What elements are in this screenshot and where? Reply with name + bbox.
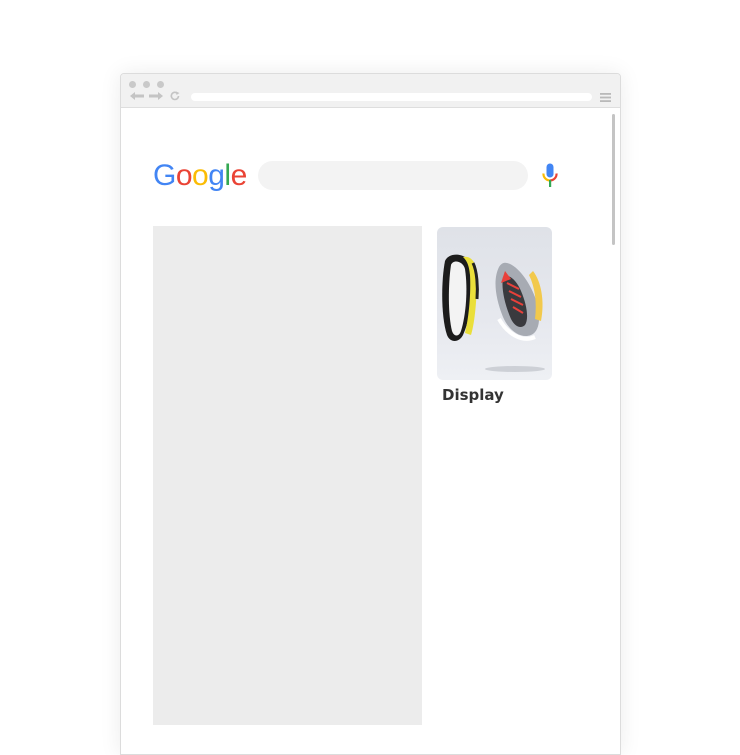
browser-toolbar: [121, 74, 620, 108]
browser-window: Google Display: [120, 73, 621, 755]
ad-card[interactable]: [437, 227, 552, 380]
logo-letter: o: [175, 159, 193, 192]
hamburger-menu-icon[interactable]: [600, 93, 611, 102]
back-arrow-icon[interactable]: [129, 91, 145, 101]
google-logo[interactable]: Google: [153, 158, 247, 194]
window-dot-3[interactable]: [157, 81, 164, 88]
sneaker-product-image: [442, 254, 545, 372]
address-bar[interactable]: [191, 93, 592, 101]
window-dot-2[interactable]: [143, 81, 150, 88]
ad-label[interactable]: Display: [442, 385, 504, 405]
microphone-icon[interactable]: [541, 163, 559, 189]
logo-letter: G: [153, 159, 176, 192]
search-input[interactable]: [258, 161, 528, 190]
logo-letter: e: [230, 159, 248, 192]
forward-arrow-icon[interactable]: [148, 91, 164, 101]
reload-icon[interactable]: [169, 91, 181, 101]
logo-letter: o: [192, 159, 209, 192]
scrollbar[interactable]: [612, 114, 615, 245]
logo-letter: g: [208, 159, 225, 192]
results-placeholder: [153, 226, 422, 725]
window-dot-1[interactable]: [129, 81, 136, 88]
